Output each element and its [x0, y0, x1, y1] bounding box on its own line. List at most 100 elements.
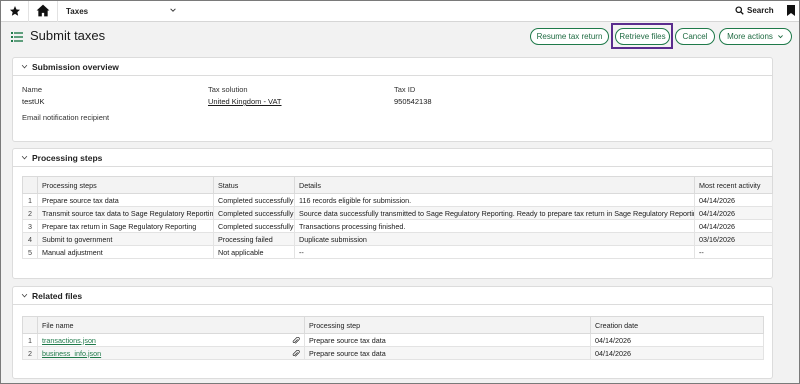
- step-name: Transmit source tax data to Sage Regulat…: [37, 206, 214, 220]
- step-date: 03/16/2026: [694, 232, 773, 246]
- step-date: 04/14/2026: [694, 219, 773, 233]
- column-header[interactable]: Processing step: [304, 316, 591, 334]
- field-label: Tax ID: [394, 85, 416, 94]
- related-files-section: Related files File name Processing step …: [12, 286, 773, 379]
- step-details: Duplicate submission: [294, 232, 695, 246]
- section-header[interactable]: Processing steps: [13, 149, 772, 167]
- step-details: Transactions processing finished.: [294, 219, 695, 233]
- table-row[interactable]: 3 Prepare tax return in Sage Regulatory …: [22, 219, 773, 233]
- app-window: Taxes Search Submit taxes Resume tax ret…: [1, 1, 799, 383]
- step-date: --: [694, 245, 773, 259]
- processing-steps-table: Processing steps Status Details Most rec…: [22, 176, 773, 259]
- paperclip-icon[interactable]: [292, 349, 300, 358]
- column-header[interactable]: Details: [294, 176, 695, 194]
- row-number: 4: [22, 232, 38, 246]
- search-button[interactable]: Search: [735, 6, 774, 15]
- column-header: [22, 176, 38, 194]
- section-title: Processing steps: [32, 152, 103, 163]
- resume-tax-return-button[interactable]: Resume tax return: [530, 28, 609, 45]
- table-header-row: File name Processing step Creation date: [22, 316, 764, 334]
- step-name: Submit to government: [37, 232, 214, 246]
- more-actions-button[interactable]: More actions: [719, 28, 792, 45]
- table-header-row: Processing steps Status Details Most rec…: [22, 176, 773, 194]
- row-number: 1: [22, 333, 38, 347]
- field-value: testUK: [22, 97, 45, 106]
- bookmark-icon[interactable]: [787, 5, 795, 16]
- step-name: Prepare source tax data: [37, 193, 214, 207]
- search-icon: [735, 6, 744, 15]
- step-date: 04/14/2026: [694, 193, 773, 207]
- table-row[interactable]: 1 transactions.json Prepare source tax d…: [22, 333, 764, 347]
- file-date: 04/14/2026: [590, 346, 764, 360]
- step-status: Completed successfully: [213, 193, 295, 207]
- divider: [57, 1, 58, 22]
- list-menu-icon[interactable]: [11, 32, 23, 42]
- step-name: Prepare tax return in Sage Regulatory Re…: [37, 219, 214, 233]
- column-header[interactable]: Status: [213, 176, 295, 194]
- table-row[interactable]: 4 Submit to government Processing failed…: [22, 232, 773, 246]
- tax-solution-field: Tax solution United Kingdom - VAT: [208, 85, 282, 106]
- processing-steps-section: Processing steps Processing steps Status…: [12, 148, 773, 279]
- step-status: Completed successfully: [213, 206, 295, 220]
- retrieve-files-button[interactable]: Retrieve files: [615, 28, 670, 45]
- tax-id-field: Tax ID 950542138: [394, 85, 432, 106]
- chevron-down-icon[interactable]: [169, 6, 177, 14]
- file-date: 04/14/2026: [590, 333, 764, 347]
- section-header[interactable]: Related files: [13, 287, 772, 305]
- field-label: Name: [22, 85, 43, 94]
- step-name: Manual adjustment: [37, 245, 214, 259]
- top-bar: Taxes Search: [1, 1, 799, 22]
- field-label: Email notification recipient: [22, 113, 110, 122]
- file-step: Prepare source tax data: [304, 333, 591, 347]
- column-header[interactable]: File name: [37, 316, 305, 334]
- file-cell: business_info.json: [37, 346, 305, 360]
- file-link[interactable]: transactions.json: [42, 336, 96, 345]
- name-field: Name testUK: [22, 85, 45, 106]
- step-details: --: [294, 245, 695, 259]
- table-row[interactable]: 1 Prepare source tax data Completed succ…: [22, 193, 773, 207]
- chevron-down-icon: [21, 64, 28, 69]
- column-header[interactable]: Processing steps: [37, 176, 214, 194]
- search-label: Search: [747, 6, 774, 15]
- field-label: Tax solution: [208, 85, 248, 94]
- module-selector-label[interactable]: Taxes: [66, 7, 88, 16]
- home-icon[interactable]: [36, 4, 50, 17]
- tax-solution-link[interactable]: United Kingdom - VAT: [208, 97, 282, 106]
- section-header[interactable]: Submission overview: [13, 58, 772, 76]
- chevron-down-icon: [21, 293, 28, 298]
- section-title: Related files: [32, 290, 83, 301]
- step-details: Source data successfully transmitted to …: [294, 206, 695, 220]
- file-cell: transactions.json: [37, 333, 305, 347]
- table-row[interactable]: 2 business_info.json Prepare source tax …: [22, 346, 764, 360]
- step-date: 04/14/2026: [694, 206, 773, 220]
- more-actions-label: More actions: [727, 32, 773, 41]
- email-recipient-field: Email notification recipient: [22, 113, 109, 122]
- step-status: Not applicable: [213, 245, 295, 259]
- row-number: 2: [22, 346, 38, 360]
- step-details: 116 records eligible for submission.: [294, 193, 695, 207]
- step-status: Completed successfully: [213, 219, 295, 233]
- divider: [28, 1, 29, 22]
- column-header[interactable]: Most recent activity: [694, 176, 773, 194]
- paperclip-icon[interactable]: [292, 336, 300, 345]
- step-status: Processing failed: [213, 232, 295, 246]
- file-link[interactable]: business_info.json: [42, 349, 101, 358]
- cancel-button[interactable]: Cancel: [675, 28, 715, 45]
- chevron-down-icon: [21, 155, 28, 160]
- star-icon[interactable]: [9, 5, 21, 17]
- table-row[interactable]: 2 Transmit source tax data to Sage Regul…: [22, 206, 773, 220]
- row-number: 1: [22, 193, 38, 207]
- row-number: 2: [22, 206, 38, 220]
- field-value: 950542138: [394, 97, 432, 106]
- row-number: 5: [22, 245, 38, 259]
- column-header: [22, 316, 38, 334]
- section-title: Submission overview: [32, 61, 119, 72]
- file-step: Prepare source tax data: [304, 346, 591, 360]
- page-title: Submit taxes: [30, 28, 106, 43]
- column-header[interactable]: Creation date: [590, 316, 764, 334]
- related-files-table: File name Processing step Creation date …: [22, 316, 764, 360]
- row-number: 3: [22, 219, 38, 233]
- chevron-down-icon: [777, 35, 783, 39]
- table-row[interactable]: 5 Manual adjustment Not applicable -- --: [22, 245, 773, 259]
- page-header: Submit taxes Resume tax return Retrieve …: [1, 23, 799, 51]
